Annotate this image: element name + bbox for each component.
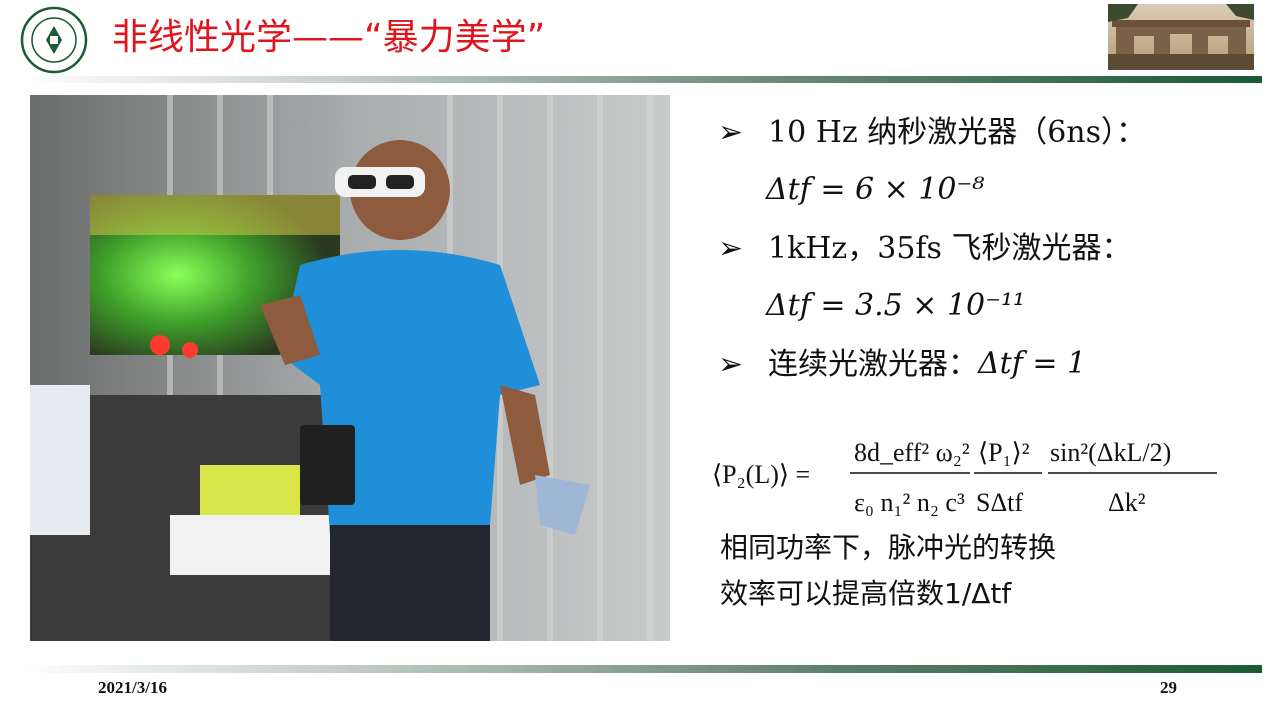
formula-nanosecond: Δtf = 6 × 10⁻⁸ <box>766 172 985 207</box>
fraction-denominator: SΔtf <box>976 488 1023 517</box>
formula-cw: Δtf = 1 <box>978 346 1087 381</box>
equation-lhs: ⟨P₂(L)⟩ = <box>712 460 810 489</box>
arrow-bullet-icon: ➢ <box>718 231 744 266</box>
bullet-item-cw: ➢ 连续光激光器： Δtf = 1 <box>718 336 1238 394</box>
fraction-numerator: sin²(ΔkL/2) <box>1050 438 1171 467</box>
shg-power-equation: ⟨P₂(L)⟩ = 8d_eff² ω₂² ε₀ n₁² n₂ c³ ⟨P₁⟩²… <box>712 438 1217 517</box>
slide-date: 2021/3/16 <box>98 678 167 697</box>
fraction-denominator: Δk² <box>1108 488 1146 517</box>
lab-photo-person-with-laser <box>30 95 670 641</box>
bullet-item-nanosecond: ➢ 10 Hz 纳秒激光器（6ns）： <box>718 104 1238 162</box>
bullet-label: 10 Hz 纳秒激光器（6ns）： <box>768 115 1147 150</box>
formula-row: Δtf = 6 × 10⁻⁸ <box>718 162 1238 220</box>
header-divider <box>18 76 1262 83</box>
bullet-list: ➢ 10 Hz 纳秒激光器（6ns）： Δtf = 6 × 10⁻⁸ ➢ 1kH… <box>718 104 1238 394</box>
page-number: 29 <box>1160 678 1177 697</box>
fraction-denominator: ε₀ n₁² n₂ c³ <box>854 488 965 517</box>
slide-title: 非线性光学——“暴力美学” <box>112 17 546 58</box>
footer-divider <box>18 665 1262 673</box>
formula-femtosecond: Δtf = 3.5 × 10⁻¹¹ <box>766 288 1026 323</box>
fraction-numerator: ⟨P₁⟩² <box>978 438 1030 467</box>
formula-row: Δtf = 3.5 × 10⁻¹¹ <box>718 278 1238 336</box>
fraction-numerator: 8d_eff² ω₂² <box>854 438 970 467</box>
conclusion-line-1: 相同功率下，脉冲光的转换 <box>720 531 1057 564</box>
campus-gate-photo <box>1108 4 1254 70</box>
arrow-bullet-icon: ➢ <box>718 347 744 382</box>
university-logo <box>20 6 88 74</box>
bullet-label: 1kHz，35fs 飞秒激光器： <box>768 231 1132 266</box>
bullet-item-femtosecond: ➢ 1kHz，35fs 飞秒激光器： <box>718 220 1238 278</box>
conclusion-line-2: 效率可以提高倍数1/Δtf <box>720 577 1012 610</box>
arrow-bullet-icon: ➢ <box>718 115 744 150</box>
bullet-label: 连续光激光器： <box>768 347 978 382</box>
